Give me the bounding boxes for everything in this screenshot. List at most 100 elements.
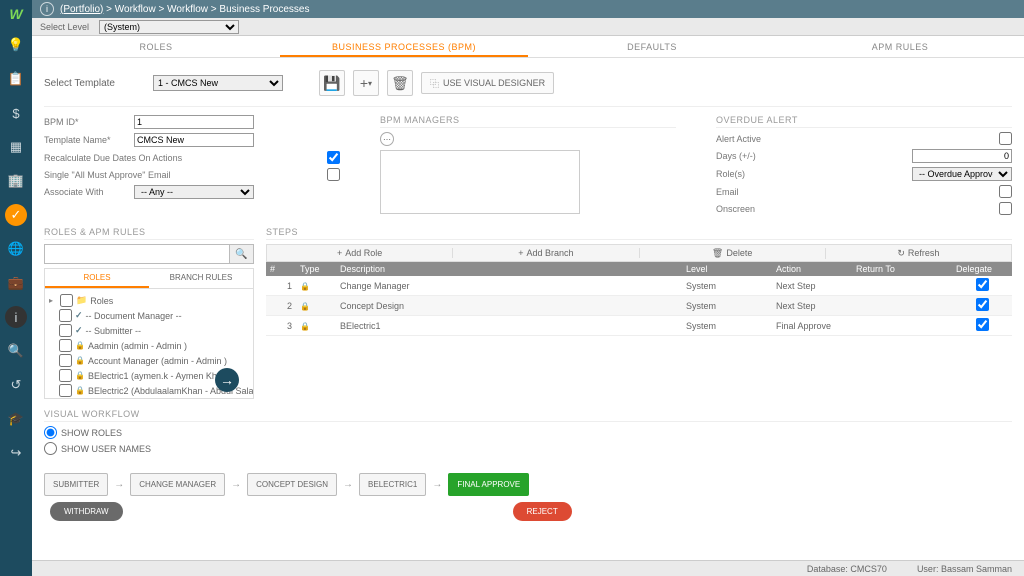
plus-icon: + [518, 248, 523, 258]
sidebar: W 💡 📋 $ ▦ 🏢 ✓ 🌐 💼 i 🔍 ↺ 🎓 ↪ [0, 0, 32, 576]
main-tabs: ROLES BUSINESS PROCESSES (BPM) DEFAULTS … [32, 36, 1024, 58]
roles-search-input[interactable] [44, 244, 230, 264]
delete-button[interactable]: 🗑 [387, 70, 413, 96]
designer-icon: ⿻ [430, 77, 439, 90]
role-tab-roles[interactable]: ROLES [45, 269, 149, 288]
table-row[interactable]: 3🔒BElectric1SystemFinal Approve [266, 316, 1012, 336]
template-dropdown[interactable]: 1 - CMCS New [153, 75, 283, 91]
add-branch-button[interactable]: +Add Branch [453, 248, 639, 258]
recalc-label: Recalculate Due Dates On Actions [44, 153, 327, 163]
show-users-label: SHOW USER NAMES [61, 444, 151, 454]
alert-active-label: Alert Active [716, 134, 999, 144]
select-template-label: Select Template [44, 78, 115, 89]
lock-icon: 🔒 [300, 302, 310, 311]
show-roles-radio[interactable] [44, 426, 57, 439]
flow-concept-design: CONCEPT DESIGN [247, 473, 337, 496]
bulb-icon[interactable]: 💡 [5, 34, 27, 56]
role-tab-branch[interactable]: BRANCH RULES [149, 269, 253, 288]
tree-item[interactable]: ✓-- Submitter -- [49, 323, 249, 338]
recalc-checkbox[interactable] [327, 151, 340, 164]
check-icon[interactable]: ✓ [5, 204, 27, 226]
select-level-label: Select Level [40, 22, 89, 32]
roles-label: Role(s) [716, 169, 912, 179]
delete-step-button[interactable]: 🗑Delete [640, 248, 826, 259]
flow-reject: REJECT [513, 502, 572, 521]
flow-final-approve: FINAL APPROVE [448, 473, 529, 496]
bpm-id-input[interactable] [134, 115, 254, 129]
add-button[interactable]: +▾ [353, 70, 379, 96]
workflow-diagram: SUBMITTER → CHANGE MANAGER → CONCEPT DES… [44, 473, 1012, 496]
tree-item[interactable]: 🔒Account Manager (admin - Admin ) [49, 353, 249, 368]
plus-icon: + [337, 248, 342, 258]
tab-roles[interactable]: ROLES [32, 36, 280, 57]
single-approve-checkbox[interactable] [327, 168, 340, 181]
delegate-checkbox[interactable] [976, 298, 989, 311]
globe-icon[interactable]: 🌐 [5, 238, 27, 260]
grad-cap-icon[interactable]: 🎓 [5, 408, 27, 430]
save-button[interactable]: 💾 [319, 70, 345, 96]
breadcrumb-portfolio[interactable]: (Portfolio) [60, 4, 103, 15]
overdue-header: OVERDUE ALERT [716, 115, 1012, 128]
table-row[interactable]: 2🔒Concept DesignSystemNext Step [266, 296, 1012, 316]
email-checkbox[interactable] [999, 185, 1012, 198]
roles-search-button[interactable]: 🔍 [230, 244, 254, 264]
refresh-button[interactable]: ↻Refresh [826, 248, 1011, 259]
flow-submitter: SUBMITTER [44, 473, 108, 496]
tree-item[interactable]: 🔒Aadmin (admin - Admin ) [49, 338, 249, 353]
lock-icon: 🔒 [300, 322, 310, 331]
visual-workflow-header: VISUAL WORKFLOW [44, 409, 1012, 422]
lock-icon: 🔒 [300, 282, 310, 291]
tab-apm-rules[interactable]: APM RULES [776, 36, 1024, 57]
level-bar: Select Level (System) [32, 18, 1024, 36]
refresh-icon: ↻ [897, 248, 905, 259]
onscreen-checkbox[interactable] [999, 202, 1012, 215]
info-circle-icon[interactable]: i [5, 306, 27, 328]
briefcase-icon[interactable]: 💼 [5, 272, 27, 294]
search-icon[interactable]: 🔍 [5, 340, 27, 362]
calendar-icon[interactable]: ▦ [5, 136, 27, 158]
bpm-managers-picker[interactable]: ⋯ [380, 132, 394, 146]
delegate-checkbox[interactable] [976, 278, 989, 291]
logout-icon[interactable]: ↪ [5, 442, 27, 464]
bpm-managers-header: BPM MANAGERS [380, 115, 676, 128]
dollar-icon[interactable]: $ [5, 102, 27, 124]
history-icon[interactable]: ↺ [5, 374, 27, 396]
delegate-checkbox[interactable] [976, 318, 989, 331]
breadcrumb: i (Portfolio) > Workflow > Workflow > Bu… [32, 0, 1024, 18]
app-logo: W [9, 6, 22, 22]
roles-dropdown[interactable]: -- Overdue Approver -- [912, 167, 1012, 181]
visual-designer-button[interactable]: ⿻ USE VISUAL DESIGNER [421, 72, 554, 94]
associate-dropdown[interactable]: -- Any -- [134, 185, 254, 199]
tab-defaults[interactable]: DEFAULTS [528, 36, 776, 57]
roles-tree[interactable]: ▸📁Roles ✓-- Document Manager -- ✓-- Subm… [44, 289, 254, 399]
trash-icon: 🗑 [712, 248, 723, 259]
show-roles-label: SHOW ROLES [61, 428, 122, 438]
roles-apm-header: ROLES & APM RULES [44, 227, 254, 240]
select-level-dropdown[interactable]: (System) [99, 20, 239, 34]
show-users-radio[interactable] [44, 442, 57, 455]
bpm-id-label: BPM ID* [44, 117, 134, 127]
bpm-managers-box [380, 150, 580, 214]
building-icon[interactable]: 🏢 [5, 170, 27, 192]
tree-item[interactable]: ✓-- Document Manager -- [49, 308, 249, 323]
tree-item[interactable]: 🔒Branch Manager (AbrarAli - Abrar Ali) [49, 398, 249, 399]
clipboard-icon[interactable]: 📋 [5, 68, 27, 90]
table-row[interactable]: 1🔒Change ManagerSystemNext Step [266, 276, 1012, 296]
add-role-button[interactable]: +Add Role [267, 248, 453, 258]
assign-arrow-button[interactable]: → [215, 368, 239, 392]
info-icon[interactable]: i [40, 2, 54, 16]
steps-table: # Type Description Level Action Return T… [266, 262, 1012, 336]
tree-root[interactable]: ▸📁Roles [49, 293, 249, 308]
single-approve-label: Single "All Must Approve" Email [44, 170, 327, 180]
steps-header: STEPS [266, 227, 1012, 240]
flow-belectric: BELECTRIC1 [359, 473, 426, 496]
email-label: Email [716, 187, 999, 197]
template-name-input[interactable] [134, 133, 254, 147]
arrow-icon: → [432, 479, 442, 490]
alert-active-checkbox[interactable] [999, 132, 1012, 145]
arrow-icon: → [343, 479, 353, 490]
tab-business-processes[interactable]: BUSINESS PROCESSES (BPM) [280, 36, 528, 57]
arrow-icon: → [231, 479, 241, 490]
days-input[interactable] [912, 149, 1012, 163]
arrow-icon: → [114, 479, 124, 490]
